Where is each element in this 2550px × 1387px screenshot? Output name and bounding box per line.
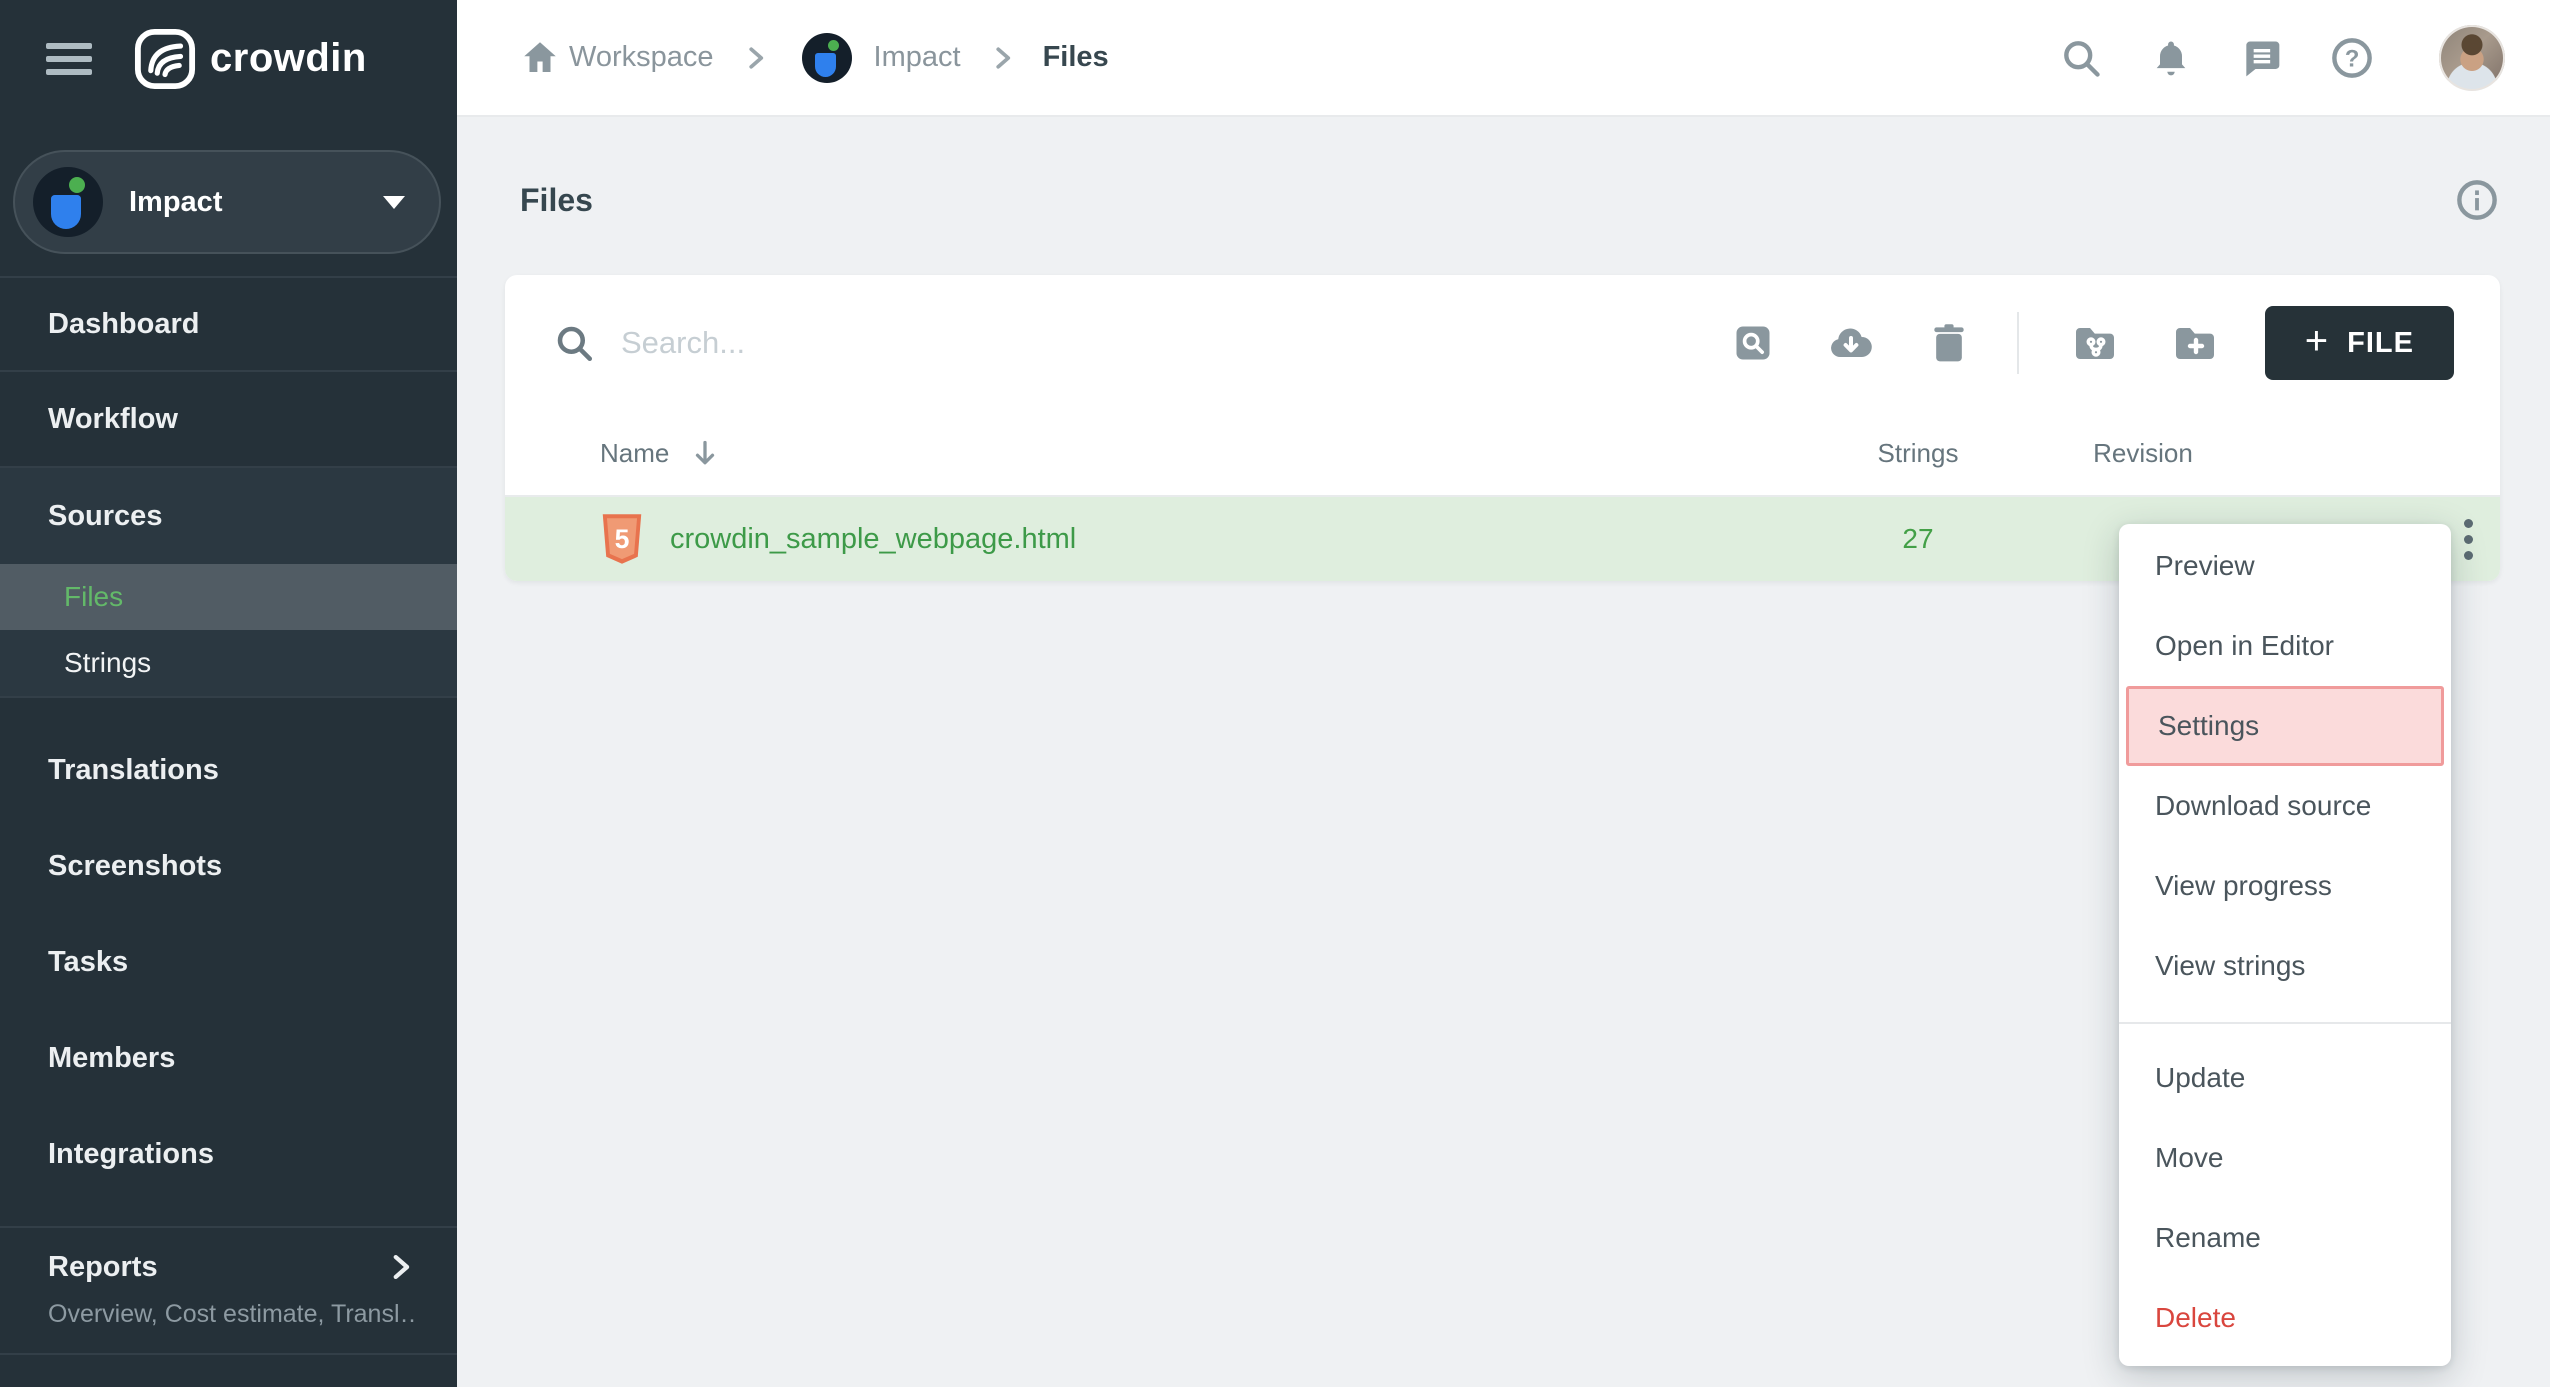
html5-file-icon: 5 xyxy=(600,514,644,564)
crowdin-logo-icon xyxy=(134,28,196,90)
breadcrumb-workspace[interactable]: Workspace xyxy=(569,41,714,74)
search-icon xyxy=(553,322,595,364)
menu-item-update[interactable]: Update xyxy=(2119,1038,2451,1118)
notifications-bell-icon[interactable] xyxy=(2149,36,2193,80)
breadcrumb: Workspace Impact Files xyxy=(519,33,2059,83)
reports-label: Reports xyxy=(48,1251,158,1284)
search-field xyxy=(553,322,1679,364)
menu-item-view-strings[interactable]: View strings xyxy=(2119,926,2451,1006)
sidebar-item-tasks[interactable]: Tasks xyxy=(0,914,457,1010)
row-kebab-menu[interactable] xyxy=(2458,513,2479,566)
menu-item-delete[interactable]: Delete xyxy=(2119,1278,2451,1358)
page-title: Files xyxy=(520,182,593,219)
menu-item-move[interactable]: Move xyxy=(2119,1118,2451,1198)
menu-item-download-source[interactable]: Download source xyxy=(2119,766,2451,846)
strings-count[interactable]: 27 xyxy=(1818,523,2018,555)
project-selector[interactable]: Impact xyxy=(13,150,441,254)
toolbar-divider xyxy=(2017,312,2019,374)
menu-item-view-progress[interactable]: View progress xyxy=(2119,846,2451,926)
toolbar-actions: + FILE xyxy=(1679,306,2454,380)
download-translations-icon[interactable] xyxy=(1827,319,1875,367)
column-header-revision: Revision xyxy=(2018,438,2268,469)
chevron-right-icon xyxy=(987,43,1017,73)
menu-item-settings[interactable]: Settings xyxy=(2126,686,2444,766)
info-icon[interactable] xyxy=(2454,177,2500,223)
crowdin-logo[interactable]: crowdin xyxy=(134,28,367,90)
sidebar-item-screenshots[interactable]: Screenshots xyxy=(0,818,457,914)
chevron-right-icon xyxy=(383,1250,417,1284)
messages-chat-icon[interactable] xyxy=(2239,36,2283,80)
sidebar-item-dashboard[interactable]: Dashboard xyxy=(0,276,457,372)
sidebar-item-integrations[interactable]: Integrations xyxy=(0,1106,457,1202)
svg-text:5: 5 xyxy=(615,524,630,554)
menu-divider xyxy=(2119,1022,2451,1024)
branch-folder-icon[interactable] xyxy=(2071,319,2119,367)
sidebar-item-strings[interactable]: Strings xyxy=(0,630,457,696)
topbar-icons: ? xyxy=(2059,25,2505,91)
file-name-link[interactable]: crowdin_sample_webpage.html xyxy=(670,523,1076,556)
menu-item-preview[interactable]: Preview xyxy=(2119,526,2451,606)
search-input[interactable] xyxy=(621,325,1221,361)
delete-trash-icon[interactable] xyxy=(1927,321,1971,365)
column-header-name[interactable]: Name xyxy=(505,435,1818,471)
sidebar-group-sources: Sources Files Strings xyxy=(0,468,457,698)
column-header-strings: Strings xyxy=(1818,438,2018,469)
sidebar-item-translations[interactable]: Translations xyxy=(0,722,457,818)
sidebar-item-reports[interactable]: Reports Overview, Cost estimate, Transl… xyxy=(0,1226,457,1355)
page-header: Files xyxy=(457,117,2550,223)
column-name-label: Name xyxy=(600,438,669,469)
sidebar-item-workflow[interactable]: Workflow xyxy=(0,372,457,468)
svg-text:?: ? xyxy=(2345,45,2360,72)
home-icon[interactable] xyxy=(519,37,561,79)
file-context-menu: Preview Open in Editor Settings Download… xyxy=(2119,524,2451,1366)
chevron-right-icon xyxy=(740,43,770,73)
sidebar-nav: Dashboard Workflow Sources Files Strings… xyxy=(0,276,457,1355)
search-icon[interactable] xyxy=(2059,36,2103,80)
menu-item-open-in-editor[interactable]: Open in Editor xyxy=(2119,606,2451,686)
breadcrumb-project[interactable]: Impact xyxy=(874,41,961,74)
chevron-down-icon xyxy=(383,196,405,209)
add-file-button[interactable]: + FILE xyxy=(2265,306,2454,380)
files-toolbar: + FILE xyxy=(505,275,2500,411)
help-icon[interactable]: ? xyxy=(2329,35,2375,81)
sidebar-header: crowdin xyxy=(0,0,457,117)
breadcrumb-current: Files xyxy=(1043,41,1109,74)
new-folder-icon[interactable] xyxy=(2171,319,2219,367)
app-screen: crowdin Impact Dashboard Workflow Source… xyxy=(0,0,2550,1387)
sort-down-icon xyxy=(687,435,723,471)
sidebar-nav-rest: Translations Screenshots Tasks Members I… xyxy=(0,698,457,1202)
user-avatar[interactable] xyxy=(2439,25,2505,91)
reports-description: Overview, Cost estimate, Transl… xyxy=(48,1300,417,1329)
crowdin-wordmark: crowdin xyxy=(210,36,367,81)
sidebar: crowdin Impact Dashboard Workflow Source… xyxy=(0,0,457,1387)
project-name: Impact xyxy=(129,186,383,219)
table-header: Name Strings Revision xyxy=(505,411,2500,497)
sidebar-item-sources[interactable]: Sources xyxy=(0,468,457,564)
topbar: Workspace Impact Files ? xyxy=(457,0,2550,117)
sidebar-item-members[interactable]: Members xyxy=(0,1010,457,1106)
sidebar-item-files[interactable]: Files xyxy=(0,564,457,630)
project-avatar xyxy=(33,167,103,237)
file-name-cell: 5 crowdin_sample_webpage.html xyxy=(505,514,1818,564)
breadcrumb-project-avatar xyxy=(802,33,852,83)
file-search-icon[interactable] xyxy=(1731,321,1775,365)
hamburger-menu-icon[interactable] xyxy=(46,43,92,75)
menu-item-rename[interactable]: Rename xyxy=(2119,1198,2451,1278)
add-file-button-label: FILE xyxy=(2347,327,2414,360)
